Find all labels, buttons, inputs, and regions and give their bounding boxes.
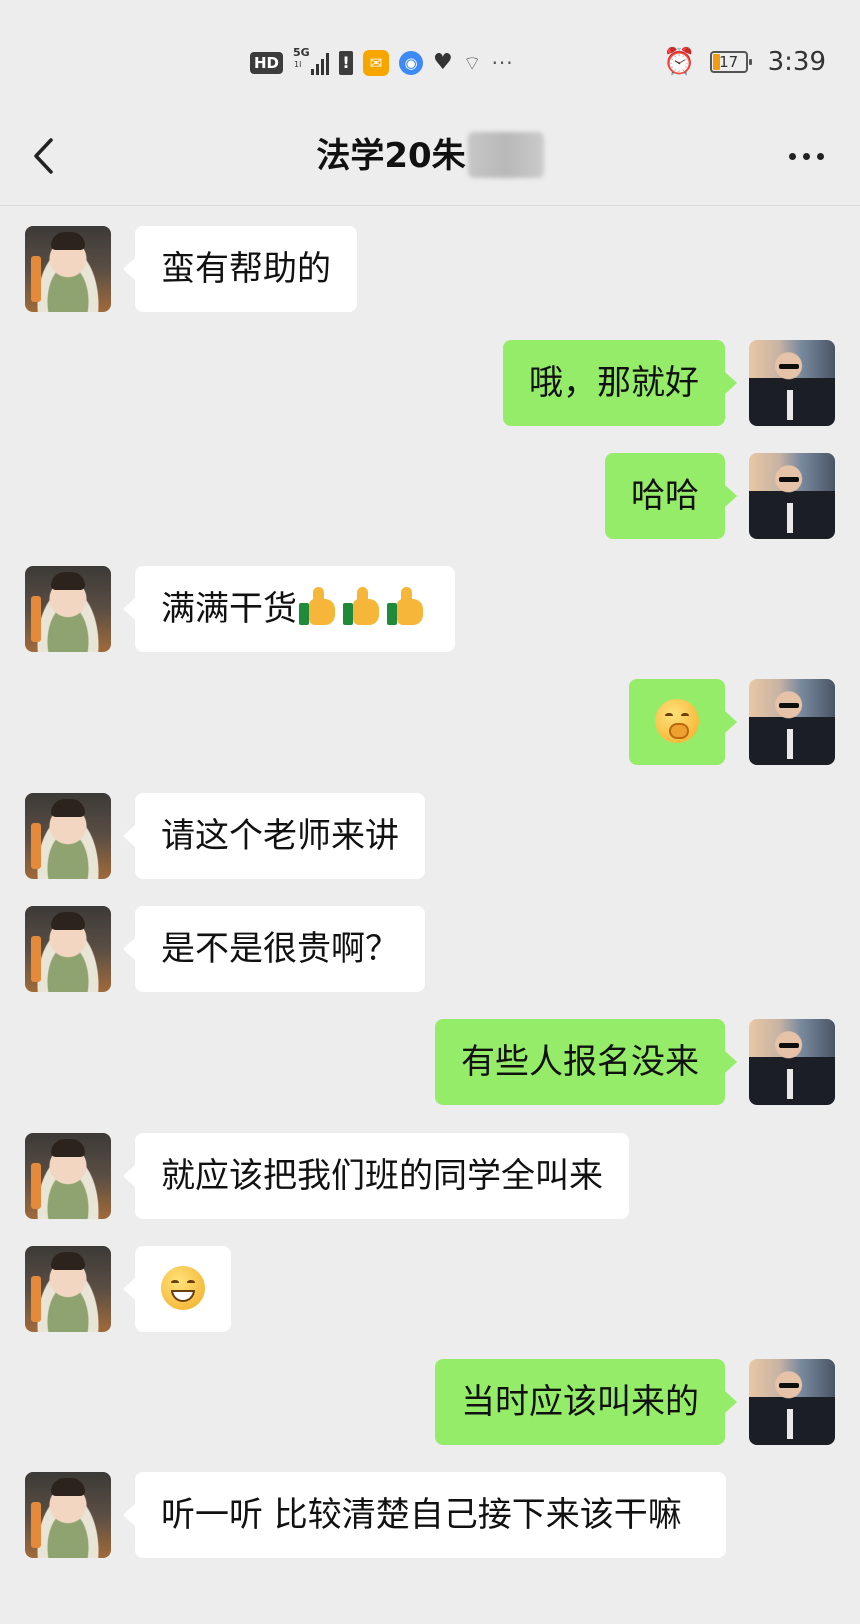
warning-icon: ! — [339, 51, 354, 75]
friend-avatar[interactable] — [25, 1133, 111, 1219]
message-text: 请这个老师来讲 — [161, 816, 399, 856]
message-bubble[interactable] — [629, 679, 737, 765]
status-right-icons: ⏰ 17 3:39 — [663, 44, 826, 80]
message-text: 当时应该叫来的 — [461, 1382, 699, 1422]
my-avatar[interactable] — [749, 1359, 835, 1445]
message-bubble[interactable]: 是不是很贵啊？ — [123, 906, 425, 992]
my-avatar[interactable] — [749, 679, 835, 765]
message-text: 哈哈 — [631, 476, 699, 516]
my-avatar[interactable] — [749, 453, 835, 539]
message-bubble[interactable]: 当时应该叫来的 — [435, 1359, 737, 1445]
message-text: 听一听 比较清楚自己接下来该干嘛 — [161, 1495, 682, 1535]
status-left-icons: HD 5G 1l ! ✉ ◉ ♥ ⌔ ··· — [250, 46, 514, 80]
my-avatar[interactable] — [749, 340, 835, 426]
thumbs-up-icon — [341, 585, 385, 629]
friend-avatar[interactable] — [25, 1246, 111, 1332]
message-text: 有些人报名没来 — [461, 1042, 699, 1082]
friend-avatar[interactable] — [25, 1472, 111, 1558]
message-bubble[interactable]: 哈哈 — [605, 453, 737, 539]
thumbs-up-icon — [297, 585, 341, 629]
smirk-face-icon — [655, 698, 699, 743]
chat-title-text: 法学20朱 — [316, 136, 466, 176]
message-bubble[interactable]: 听一听 比较清楚自己接下来该干嘛 — [123, 1472, 726, 1558]
message-bubble[interactable] — [123, 1246, 231, 1332]
message-bubble[interactable]: 请这个老师来讲 — [123, 793, 425, 879]
message-text: 满满干货 — [161, 589, 297, 629]
friend-avatar[interactable] — [25, 793, 111, 879]
battery-icon: 17 — [709, 51, 752, 73]
wifi-icon: ⌔ — [462, 51, 482, 75]
grin-face-icon — [161, 1265, 205, 1310]
thumbs-up-icon — [385, 585, 429, 629]
hd-icon: HD — [250, 52, 284, 74]
mail-icon: ✉ — [363, 50, 390, 76]
more-icon: ··· — [491, 51, 514, 75]
friend-avatar[interactable] — [25, 566, 111, 652]
battery-level: 17 — [719, 53, 739, 71]
my-avatar[interactable] — [749, 1019, 835, 1105]
friend-avatar[interactable] — [25, 226, 111, 312]
message-text: 是不是很贵啊？ — [161, 929, 399, 969]
friend-avatar[interactable] — [25, 906, 111, 992]
message-bubble[interactable]: 哦，那就好 — [503, 340, 737, 426]
message-bubble[interactable]: 蛮有帮助的 — [123, 226, 357, 312]
status-time: 3:39 — [767, 47, 826, 77]
more-button[interactable] — [789, 146, 824, 166]
message-bubble[interactable]: 满满干货 — [123, 566, 455, 652]
signal-icon: 5G 1l — [293, 47, 330, 75]
message-text: 就应该把我们班的同学全叫来 — [161, 1156, 603, 1196]
more-dots-icon — [789, 152, 796, 160]
health-icon: ♥ — [433, 50, 453, 75]
chat-header: 法学20朱 — [0, 108, 860, 206]
redacted-name — [467, 131, 544, 178]
message-text: 哦，那就好 — [529, 363, 699, 403]
alarm-icon: ⏰ — [663, 47, 696, 77]
message-bubble[interactable]: 有些人报名没来 — [435, 1019, 737, 1105]
message-text: 蛮有帮助的 — [161, 249, 331, 289]
browser-icon: ◉ — [399, 51, 424, 75]
chat-title: 法学20朱 — [0, 131, 860, 178]
message-bubble[interactable]: 就应该把我们班的同学全叫来 — [123, 1133, 629, 1219]
status-bar: HD 5G 1l ! ✉ ◉ ♥ ⌔ ··· ⏰ 17 3:39 — [0, 0, 860, 108]
